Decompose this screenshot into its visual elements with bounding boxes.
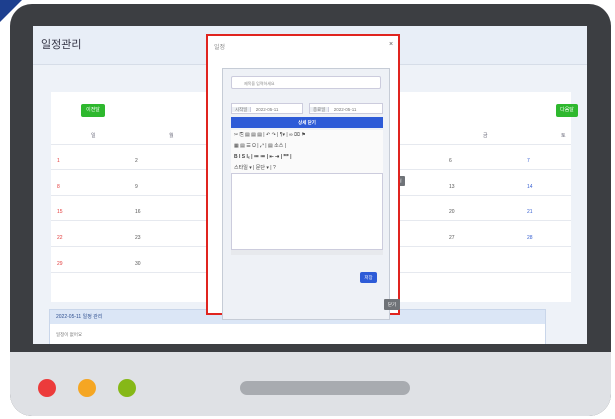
day-cell[interactable]: 23 [135,235,141,241]
weekday-mon: 월 [169,133,174,139]
content-editor[interactable] [231,173,383,250]
day-cell[interactable]: 9 [135,184,138,190]
day-cell[interactable]: 6 [449,158,452,164]
day-cell[interactable]: 30 [135,261,141,267]
day-cell[interactable]: 20 [449,209,455,215]
horizontal-scrollbar[interactable] [231,250,383,255]
minimize-window-dot[interactable] [78,379,96,397]
day-cell[interactable]: 28 [527,235,533,241]
start-date-field[interactable]: 시작일 2022-05-11 [231,103,303,114]
modal-title: 일정 [214,45,226,51]
subject-input[interactable]: 제목을 입력하세요 [231,76,381,89]
editor-toolbar-row[interactable]: B I S Iₓ | ≔ ≔ | ⇤ ⇥ | ❞❞ | [231,152,383,163]
day-cell[interactable]: 14 [527,184,533,190]
day-cell[interactable]: 2 [135,158,138,164]
day-cell[interactable]: 27 [449,235,455,241]
start-date-label: 시작일 [232,107,252,112]
collapse-details-button[interactable]: 상세 닫기 [231,117,383,128]
close-window-dot[interactable] [38,379,56,397]
editor-toolbar-row[interactable]: ▦ ▤ ☰ Ω | ⤢ | ▤ 소스 | [231,141,383,152]
weekday-sat: 토 [561,133,566,139]
modal-form: 제목을 입력하세요 시작일 2022-05-11 종료일 2022-05-11 … [222,68,390,320]
day-cell[interactable]: 13 [449,184,455,190]
day-cell[interactable]: 1 [57,158,60,164]
end-date-label: 종료일 [310,107,330,112]
save-button[interactable]: 저장 [360,272,377,283]
day-cell[interactable]: 22 [57,235,63,241]
next-month-button[interactable]: 다음달 [556,104,578,117]
day-cell[interactable]: 21 [527,209,533,215]
day-cell[interactable]: 8 [57,184,60,190]
start-date-value: 2022-05-11 [255,107,279,112]
panel-empty-text: 일정이 없어요 [56,332,83,337]
schedule-modal: 일정 × 제목을 입력하세요 시작일 2022-05-11 종료일 2022-0… [206,34,400,320]
day-cell[interactable]: 16 [135,209,141,215]
editor-toolbar-row[interactable]: ✂ ⎘ ▤ ▤ ▤ | ↶ ↷ | ¶▾ | ∞ ⌧ ⚑ [231,130,383,141]
modal-close-button[interactable]: 닫기 [384,299,400,310]
day-cell[interactable]: 7 [527,158,530,164]
address-bar[interactable] [240,381,410,395]
weekday-fri: 금 [483,133,488,139]
day-cell[interactable]: 15 [57,209,63,215]
day-cell[interactable]: 29 [57,261,63,267]
prev-month-button[interactable]: 이전달 [81,104,105,117]
end-date-field[interactable]: 종료일 2022-05-11 [309,103,383,114]
end-date-value: 2022-05-11 [333,107,357,112]
page-title: 일정관리 [41,39,82,51]
close-icon[interactable]: × [389,41,393,48]
weekday-sun: 일 [91,133,96,139]
maximize-window-dot[interactable] [118,379,136,397]
